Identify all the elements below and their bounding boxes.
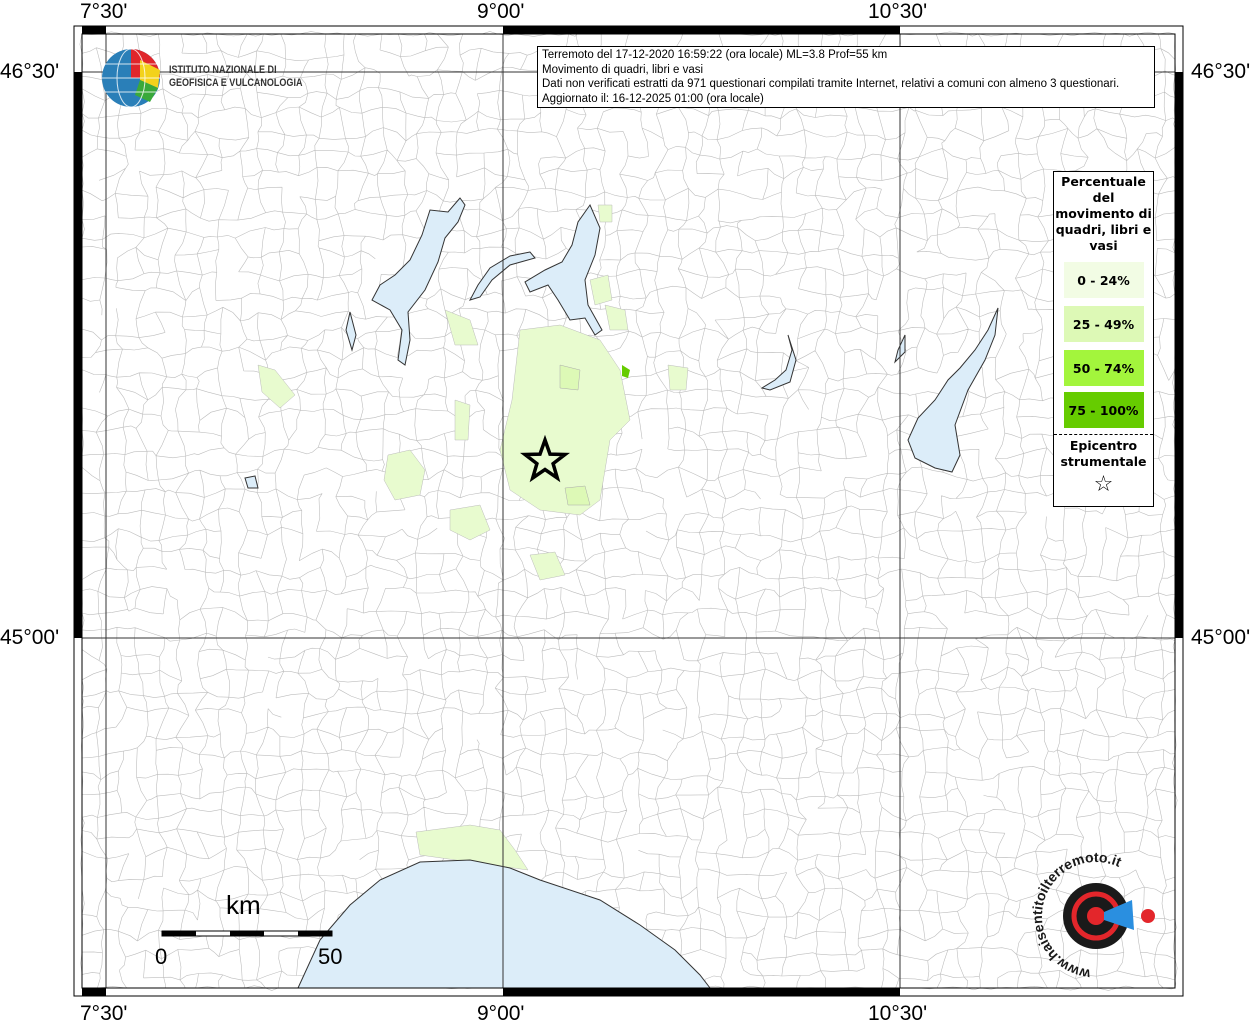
map-parameter: Movimento di quadri, libri e vasi xyxy=(542,63,704,76)
legend-star-icon: ☆ xyxy=(1093,472,1114,497)
ingv-name: ISTITUTO NAZIONALE DI GEOFISICA E VULCAN… xyxy=(169,64,303,89)
scale-bar xyxy=(161,930,333,937)
scale-unit: km xyxy=(226,890,261,920)
ingv-logo-globe xyxy=(102,48,160,108)
legend-divider xyxy=(1054,434,1153,435)
lon-label-bottom-3: 10°30' xyxy=(868,1002,928,1025)
legend-class-25-49: 25 - 49% xyxy=(1063,306,1144,342)
legend-class-0-24: 0 - 24% xyxy=(1063,262,1144,298)
lon-label-top-1: 7°30' xyxy=(80,0,128,23)
lon-label-top-2: 9°00' xyxy=(477,0,525,23)
lon-label-bottom-2: 9°00' xyxy=(477,1002,525,1025)
lat-label-left-1: 46°30' xyxy=(0,60,60,83)
legend-title: Percentuale del movimento di quadri, lib… xyxy=(1055,174,1152,253)
legend-epicenter-label: Epicentro strumentale xyxy=(1060,438,1147,469)
update-time: Aggiornato il: 16-12-2025 01:00 (ora loc… xyxy=(542,92,764,105)
event-info-box: Terremoto del 17-12-2020 16:59:22 (ora l… xyxy=(537,46,1155,108)
event-title: Terremoto del 17-12-2020 16:59:22 (ora l… xyxy=(542,49,888,61)
scale-start: 0 xyxy=(155,944,168,969)
scale-end: 50 xyxy=(318,944,343,969)
lat-label-left-2: 45°00' xyxy=(0,626,60,649)
intensity-map[interactable]: www.haisentitoilterremoto.it xyxy=(0,0,1256,1024)
legend-class-50-74: 50 - 74% xyxy=(1063,350,1144,386)
lon-label-top-3: 10°30' xyxy=(868,0,928,23)
ingv-logo-text: ISTITUTO NAZIONALE DI GEOFISICA E VULCAN… xyxy=(169,64,329,90)
legend-class-75-100: 75 - 100% xyxy=(1063,392,1144,428)
lat-label-right-1: 46°30' xyxy=(1191,60,1251,83)
data-disclaimer: Dati non verificati estratti da 971 ques… xyxy=(542,78,1120,91)
legend: Percentuale del movimento di quadri, lib… xyxy=(1053,171,1154,507)
lon-label-bottom-1: 7°30' xyxy=(80,1002,128,1025)
lat-label-right-2: 45°00' xyxy=(1191,626,1251,649)
